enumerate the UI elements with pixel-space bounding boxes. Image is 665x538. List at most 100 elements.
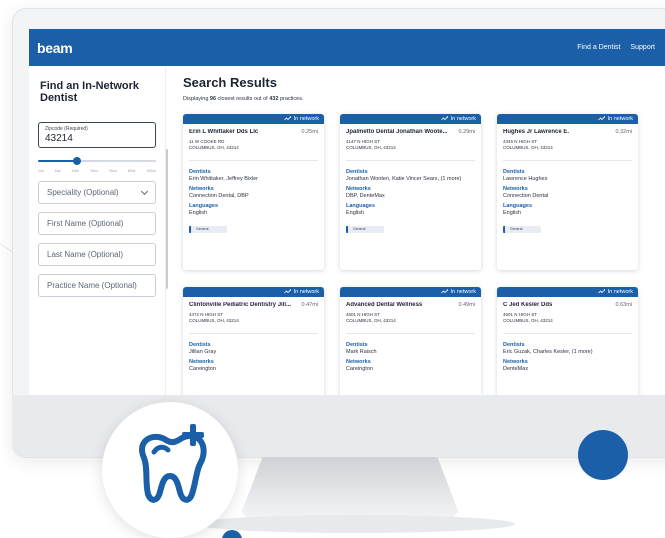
- slider-thumb[interactable]: [73, 157, 82, 165]
- card-divider: [346, 159, 475, 161]
- practice-card[interactable]: In network Hughes Jr Lawrence E. 0.32mi …: [497, 114, 638, 270]
- practice-card[interactable]: In network C Jed Kesler Dds 0.63mi 4601 …: [497, 287, 638, 395]
- card-body: Jpalmetto Dental Jonathan Woote... 0.29m…: [340, 124, 481, 233]
- distance-tick: 50mi: [127, 169, 136, 173]
- networks-label: Networks: [503, 185, 528, 192]
- in-network-label: In network: [450, 289, 476, 295]
- card-divider: [189, 332, 318, 334]
- in-network-header: In network: [183, 114, 324, 124]
- network-icon: [440, 116, 448, 121]
- zipcode-field[interactable]: Zipcode (Required) 43214: [38, 122, 156, 148]
- in-network-label: In network: [450, 116, 476, 122]
- first-name-input[interactable]: First Name (Optional): [38, 212, 156, 235]
- specialty-select[interactable]: Speciality (Optional): [38, 181, 156, 204]
- dentists-label: Dentists: [189, 341, 211, 348]
- in-network-header: In network: [183, 287, 324, 297]
- specialty-tag: General: [346, 225, 384, 233]
- practice-address: 4472 N HIGH ST COLUMBUS, OH, 43214: [189, 312, 318, 324]
- in-network-label: In network: [293, 116, 319, 122]
- card-name-row: Hughes Jr Lawrence E. 0.32mi: [503, 129, 632, 135]
- address-line-2: COLUMBUS, OH, 43214: [346, 317, 396, 323]
- practice-card[interactable]: In network Clintonville Pediatric Dentis…: [183, 287, 324, 395]
- practice-name[interactable]: Clintonville Pediatric Dentistry Jill...: [189, 302, 291, 308]
- card-divider: [503, 332, 632, 334]
- practice-name[interactable]: C Jed Kesler Dds: [503, 302, 552, 308]
- practice-name[interactable]: Jpalmetto Dental Jonathan Woote...: [346, 129, 448, 135]
- in-network-header: In network: [497, 287, 638, 297]
- results-grid: In network Erin L Whittaker Dds Llc 0.25…: [183, 114, 665, 395]
- practice-name[interactable]: Advanced Dental Wellness: [346, 302, 422, 308]
- in-network-header: In network: [340, 287, 481, 297]
- practice-name[interactable]: Hughes Jr Lawrence E.: [503, 129, 569, 135]
- nav-find-a-dentist[interactable]: Find a Dentist: [577, 44, 620, 51]
- card-name-row: Jpalmetto Dental Jonathan Woote... 0.29m…: [346, 129, 475, 135]
- practice-card[interactable]: In network Erin L Whittaker Dds Llc 0.25…: [183, 114, 324, 270]
- card-divider: [189, 159, 318, 161]
- app-screen: beam Find a Dentist Support Find an In-N…: [29, 29, 665, 395]
- brand-logo[interactable]: beam: [37, 40, 73, 56]
- network-icon: [597, 116, 605, 121]
- practice-name-placeholder: Practice Name (Optional): [47, 281, 137, 290]
- top-nav-bar: beam Find a Dentist Support: [29, 29, 665, 66]
- last-name-placeholder: Last Name (Optional): [47, 250, 124, 259]
- card-divider: [346, 332, 475, 334]
- specialty-placeholder: Speciality (Optional): [47, 188, 119, 197]
- specialty-tag: General: [189, 225, 227, 233]
- practice-name[interactable]: Erin L Whittaker Dds Llc: [189, 129, 258, 135]
- decorative-blue-circle: [578, 430, 628, 480]
- results-title: Search Results: [183, 75, 277, 90]
- nav-support[interactable]: Support: [630, 44, 655, 51]
- results-summary: Displaying 96 closest results out of 432…: [183, 96, 665, 102]
- dentists-value: Eric Guzak, Charles Kesler, (1 more): [503, 348, 593, 355]
- card-name-row: C Jed Kesler Dds 0.63mi: [503, 302, 632, 308]
- slider-fill: [38, 160, 78, 162]
- summary-middle: closest results out of: [216, 96, 270, 102]
- practice-distance: 0.32mi: [615, 129, 632, 135]
- practice-distance: 0.47mi: [301, 302, 318, 308]
- dentists-value: Jonathan Wooten, Katie Vincer Sears, (1 …: [346, 175, 462, 182]
- dentists-label: Dentists: [503, 341, 525, 348]
- search-results-panel: Search Results Displaying 96 closest res…: [166, 66, 665, 395]
- card-body: Advanced Dental Wellness 0.49mi 4501 N H…: [340, 297, 481, 372]
- networks-label: Networks: [346, 185, 371, 192]
- distance-slider[interactable]: [38, 155, 156, 167]
- marketing-stage: beam Find a Dentist Support Find an In-N…: [0, 0, 665, 538]
- zipcode-label: Zipcode (Required): [45, 126, 88, 132]
- languages-value: English: [346, 209, 365, 216]
- networks-value: DBP, DenteMax: [346, 192, 385, 199]
- address-line-2: COLUMBUS, OH, 43214: [503, 144, 553, 150]
- dentists-label: Dentists: [503, 168, 525, 175]
- network-icon: [283, 289, 291, 294]
- specialty-tag: General: [503, 225, 541, 233]
- network-icon: [283, 116, 291, 121]
- dentists-value: Erin Whittaker, Jeffrey Bixler: [189, 175, 258, 182]
- card-name-row: Advanced Dental Wellness 0.49mi: [346, 302, 475, 308]
- monitor-stand-base: [195, 515, 515, 533]
- card-body: Erin L Whittaker Dds Llc 0.25mi 11 W COO…: [183, 124, 324, 233]
- distance-tick: 100mi: [146, 169, 156, 173]
- networks-value: Careington: [346, 365, 373, 372]
- practice-address: 4601 N HIGH ST COLUMBUS, OH, 43214: [503, 312, 632, 324]
- distance-tick: 10mi: [71, 169, 80, 173]
- top-nav-links: Find a Dentist Support: [577, 44, 655, 51]
- practice-card[interactable]: In network Jpalmetto Dental Jonathan Woo…: [340, 114, 481, 270]
- networks-value: Careington: [189, 365, 216, 372]
- in-network-label: In network: [607, 289, 633, 295]
- practice-name-input[interactable]: Practice Name (Optional): [38, 274, 156, 297]
- languages-label: Languages: [503, 202, 533, 209]
- practice-card[interactable]: In network Advanced Dental Wellness 0.49…: [340, 287, 481, 395]
- address-line-2: COLUMBUS, OH, 43214: [346, 144, 396, 150]
- card-body: C Jed Kesler Dds 0.63mi 4601 N HIGH ST C…: [497, 297, 638, 372]
- dentists-value: Jillian Gray: [189, 348, 217, 355]
- last-name-input[interactable]: Last Name (Optional): [38, 243, 156, 266]
- card-name-row: Erin L Whittaker Dds Llc 0.25mi: [189, 129, 318, 135]
- first-name-placeholder: First Name (Optional): [47, 219, 124, 228]
- dentists-value: Mark Raisch: [346, 348, 377, 355]
- zipcode-value[interactable]: 43214: [45, 133, 149, 144]
- distance-tick: 5mi: [54, 169, 61, 173]
- dentists-value: Lawrence Hughes: [503, 175, 548, 182]
- address-line-2: COLUMBUS, OH, 43214: [189, 317, 239, 323]
- languages-label: Languages: [346, 202, 376, 209]
- networks-value: Connection Dental, DBP: [189, 192, 249, 199]
- in-network-label: In network: [293, 289, 319, 295]
